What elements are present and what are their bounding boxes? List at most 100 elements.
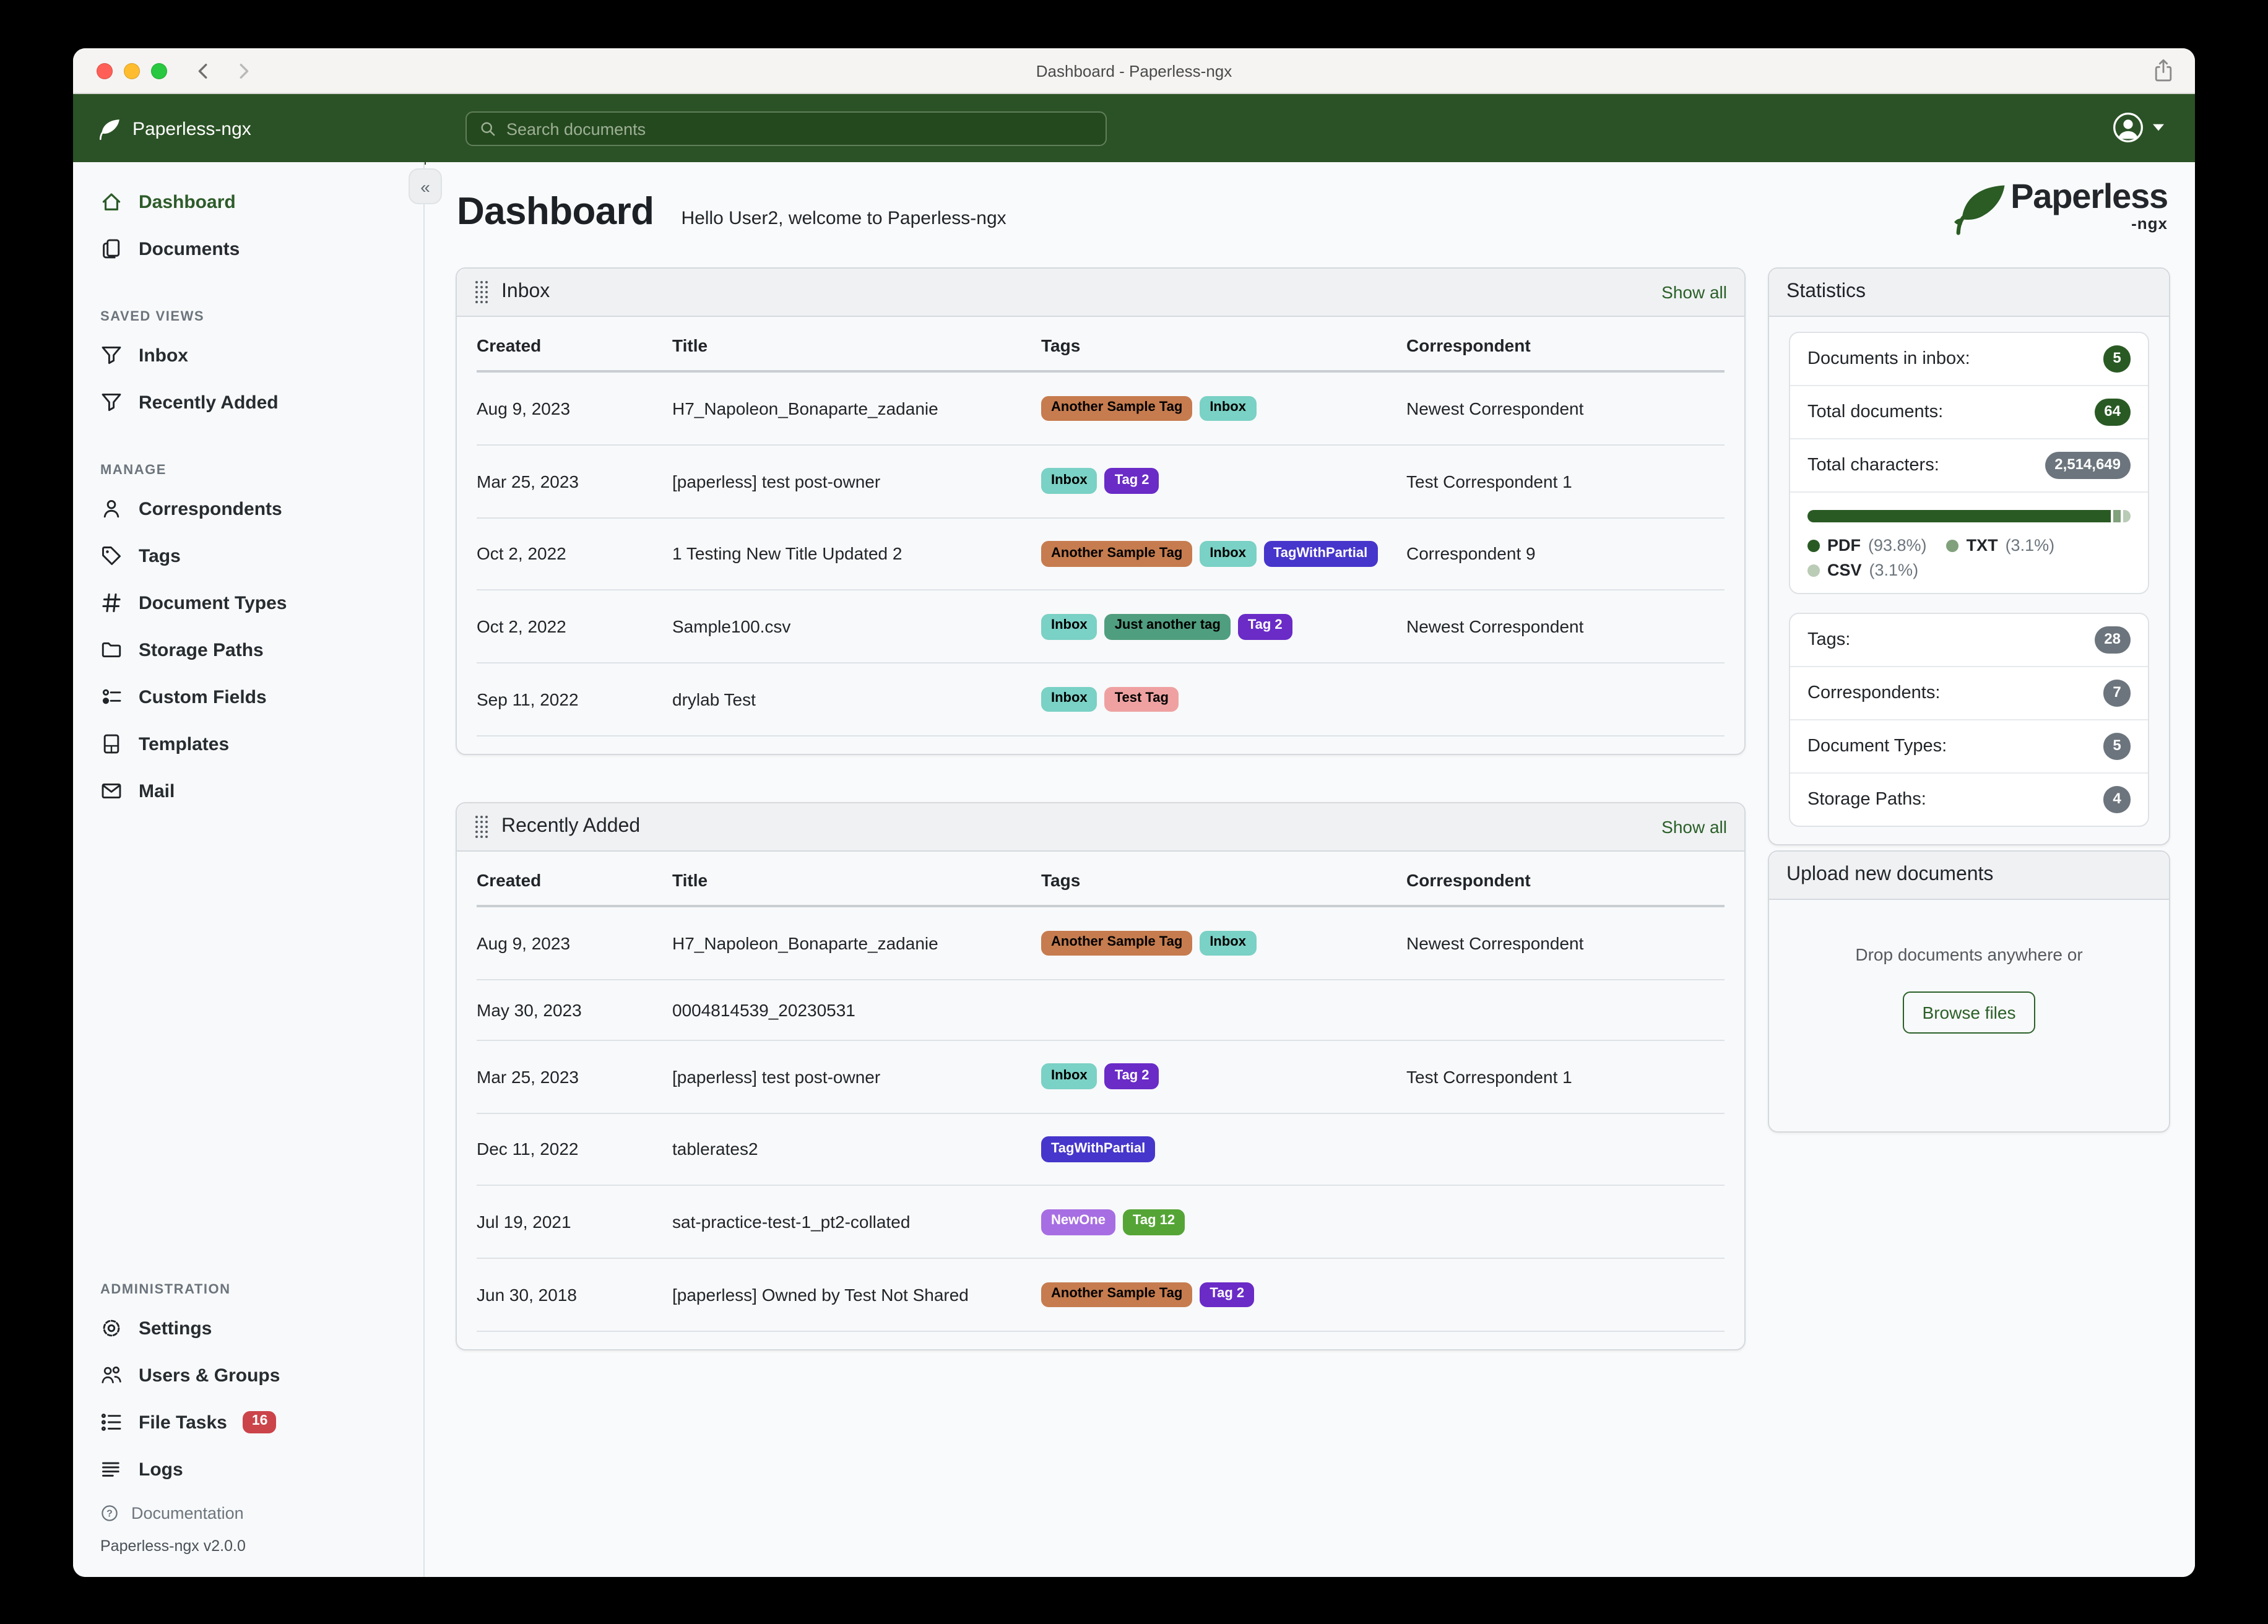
tag-badge-another-sample-tag[interactable]: Another Sample Tag bbox=[1041, 930, 1193, 956]
user-menu[interactable] bbox=[2112, 111, 2164, 144]
document-row[interactable]: May 30, 2023 0004814539_20230531 bbox=[477, 979, 1725, 1041]
list-check-icon bbox=[100, 1411, 123, 1433]
sidebar-item-recently-added[interactable]: Recently Added bbox=[73, 379, 423, 426]
tag-badge-inbox[interactable]: Inbox bbox=[1041, 613, 1097, 639]
sidebar-item-label: Settings bbox=[139, 1318, 212, 1339]
sidebar-item-users-groups[interactable]: Users & Groups bbox=[73, 1352, 423, 1399]
tag-icon bbox=[100, 545, 123, 567]
stat-row-total-documents: Total documents: 64 bbox=[1790, 386, 2148, 439]
column-header-created: Created bbox=[477, 852, 672, 907]
show-all-link[interactable]: Show all bbox=[1661, 282, 1727, 302]
document-row[interactable]: Dec 11, 2022 tablerates2 TagWithPartial bbox=[477, 1113, 1725, 1186]
correspondent-cell: Newest Correspondent bbox=[1406, 371, 1725, 446]
drag-handle-icon[interactable] bbox=[474, 280, 489, 304]
leaf-logo-icon bbox=[98, 117, 121, 140]
stat-value-badge: 2,514,649 bbox=[2045, 452, 2131, 479]
sidebar-item-inbox[interactable]: Inbox bbox=[73, 332, 423, 379]
sidebar-item-file-tasks[interactable]: File Tasks 16 bbox=[73, 1399, 423, 1446]
document-row[interactable]: Sep 11, 2022 drylab Test Inbox Test Tag bbox=[477, 663, 1725, 736]
sidebar-section-label-saved-views: SAVED VIEWS bbox=[100, 309, 205, 324]
logo-wordmark: Paperless bbox=[2010, 177, 2168, 215]
people-icon bbox=[100, 1364, 123, 1386]
legend-dot-icon bbox=[1807, 539, 1820, 551]
sidebar-item-templates[interactable]: Templates bbox=[73, 720, 423, 767]
drag-handle-icon[interactable] bbox=[474, 814, 489, 839]
tag-badge-inbox[interactable]: Inbox bbox=[1041, 1063, 1097, 1089]
tag-badge-test-tag[interactable]: Test Tag bbox=[1104, 686, 1179, 712]
tags-cell: Inbox Tag 2 bbox=[1041, 1040, 1406, 1113]
tag-badge-inbox[interactable]: Inbox bbox=[1200, 395, 1256, 421]
title-cell: [paperless] Owned by Test Not Shared bbox=[672, 1258, 1041, 1332]
tag-badge-tag-2[interactable]: Tag 2 bbox=[1104, 468, 1159, 494]
sidebar: Dashboard Documents SAVED VIEWS Inbox Recent… bbox=[73, 162, 425, 1577]
created-cell: Jul 19, 2021 bbox=[477, 1185, 672, 1259]
sidebar-item-storage-paths[interactable]: Storage Paths bbox=[73, 626, 423, 673]
document-row[interactable]: Jun 30, 2018 [paperless] Owned by Test No… bbox=[477, 1258, 1725, 1332]
correspondent-cell bbox=[1406, 1258, 1725, 1332]
hash-icon bbox=[100, 592, 123, 614]
sidebar-item-custom-fields[interactable]: Custom Fields bbox=[73, 673, 423, 720]
upload-card: Upload new documents Drop documents anyw… bbox=[1768, 850, 2170, 1133]
sidebar-item-label: Logs bbox=[139, 1459, 183, 1480]
correspondent-cell: Test Correspondent 1 bbox=[1406, 1040, 1725, 1113]
sidebar-item-correspondents[interactable]: Correspondents bbox=[73, 485, 423, 532]
zoom-window-button[interactable] bbox=[151, 63, 167, 79]
document-row[interactable]: Jul 19, 2021 sat-practice-test-1_pt2-coll… bbox=[477, 1185, 1725, 1259]
tag-badge-another-sample-tag[interactable]: Another Sample Tag bbox=[1041, 1282, 1193, 1308]
sidebar-item-document-types[interactable]: Document Types bbox=[73, 579, 423, 626]
tag-badge-inbox[interactable]: Inbox bbox=[1041, 468, 1097, 494]
browse-files-button[interactable]: Browse files bbox=[1902, 991, 2036, 1034]
tags-cell: Another Sample Tag Inbox bbox=[1041, 906, 1406, 980]
title-cell: 1 Testing New Title Updated 2 bbox=[672, 517, 1041, 591]
created-cell: Jun 30, 2018 bbox=[477, 1258, 672, 1332]
tag-badge-tag-2[interactable]: Tag 2 bbox=[1200, 1282, 1255, 1308]
document-row[interactable]: Oct 2, 2022 1 Testing New Title Updated 2… bbox=[477, 517, 1725, 591]
sidebar-item-logs[interactable]: Logs bbox=[73, 1446, 423, 1493]
funnel-icon bbox=[100, 391, 123, 413]
title-cell: Sample100.csv bbox=[672, 590, 1041, 663]
tag-badge-just-another-tag[interactable]: Just another tag bbox=[1104, 613, 1231, 639]
title-cell: tablerates2 bbox=[672, 1113, 1041, 1186]
sidebar-item-dashboard[interactable]: Dashboard bbox=[73, 178, 423, 225]
sidebar-item-label: Dashboard bbox=[139, 191, 236, 212]
envelope-icon bbox=[100, 780, 123, 802]
column-header-title: Title bbox=[672, 317, 1041, 373]
tag-badge-tagwithpartial[interactable]: TagWithPartial bbox=[1041, 1136, 1156, 1162]
tag-badge-inbox[interactable]: Inbox bbox=[1200, 541, 1256, 567]
brand[interactable]: Paperless-ngx bbox=[98, 117, 251, 140]
tag-badge-inbox[interactable]: Inbox bbox=[1041, 686, 1097, 712]
stat-label: Total documents: bbox=[1807, 402, 1944, 422]
created-cell: Oct 2, 2022 bbox=[477, 590, 672, 663]
sidebar-collapse-button[interactable]: « bbox=[409, 168, 442, 204]
document-row[interactable]: Mar 25, 2023 [paperless] test post-owner I… bbox=[477, 1040, 1725, 1113]
back-icon[interactable] bbox=[194, 61, 213, 80]
minimize-window-button[interactable] bbox=[124, 63, 140, 79]
document-row[interactable]: Mar 25, 2023 [paperless] test post-owner I… bbox=[477, 444, 1725, 518]
sidebar-item-documents[interactable]: Documents bbox=[73, 225, 423, 272]
tag-badge-newone[interactable]: NewOne bbox=[1041, 1209, 1116, 1235]
tag-badge-tag-2[interactable]: Tag 2 bbox=[1237, 613, 1292, 639]
show-all-link[interactable]: Show all bbox=[1661, 817, 1727, 837]
tag-badge-another-sample-tag[interactable]: Another Sample Tag bbox=[1041, 395, 1193, 421]
tag-badge-inbox[interactable]: Inbox bbox=[1200, 930, 1256, 956]
search-input[interactable]: Search documents bbox=[465, 111, 1107, 146]
stat-label: Tags: bbox=[1807, 630, 1851, 650]
sidebar-item-tags[interactable]: Tags bbox=[73, 532, 423, 579]
sidebar-item-documentation[interactable]: ? Documentation bbox=[73, 1493, 423, 1532]
sidebar-item-mail[interactable]: Mail bbox=[73, 767, 423, 814]
leaf-logo-icon bbox=[1954, 182, 2008, 236]
document-row[interactable]: Aug 9, 2023 H7_Napoleon_Bonaparte_zadanie… bbox=[477, 371, 1725, 446]
document-row[interactable]: Aug 9, 2023 H7_Napoleon_Bonaparte_zadanie… bbox=[477, 906, 1725, 980]
sidebar-item-settings[interactable]: Settings bbox=[73, 1305, 423, 1352]
document-row[interactable]: Oct 2, 2022 Sample100.csv Inbox Just anothe… bbox=[477, 590, 1725, 663]
tags-cell: Another Sample Tag Tag 2 bbox=[1041, 1258, 1406, 1332]
tag-badge-tagwithpartial[interactable]: TagWithPartial bbox=[1263, 541, 1378, 567]
tag-badge-another-sample-tag[interactable]: Another Sample Tag bbox=[1041, 541, 1193, 567]
correspondent-cell bbox=[1406, 1185, 1725, 1259]
forward-icon[interactable] bbox=[234, 61, 253, 80]
share-icon[interactable] bbox=[2152, 58, 2175, 83]
tag-badge-tag-12[interactable]: Tag 12 bbox=[1123, 1209, 1185, 1235]
column-header-created: Created bbox=[477, 317, 672, 373]
tag-badge-tag-2[interactable]: Tag 2 bbox=[1104, 1063, 1159, 1089]
close-window-button[interactable] bbox=[97, 63, 113, 79]
